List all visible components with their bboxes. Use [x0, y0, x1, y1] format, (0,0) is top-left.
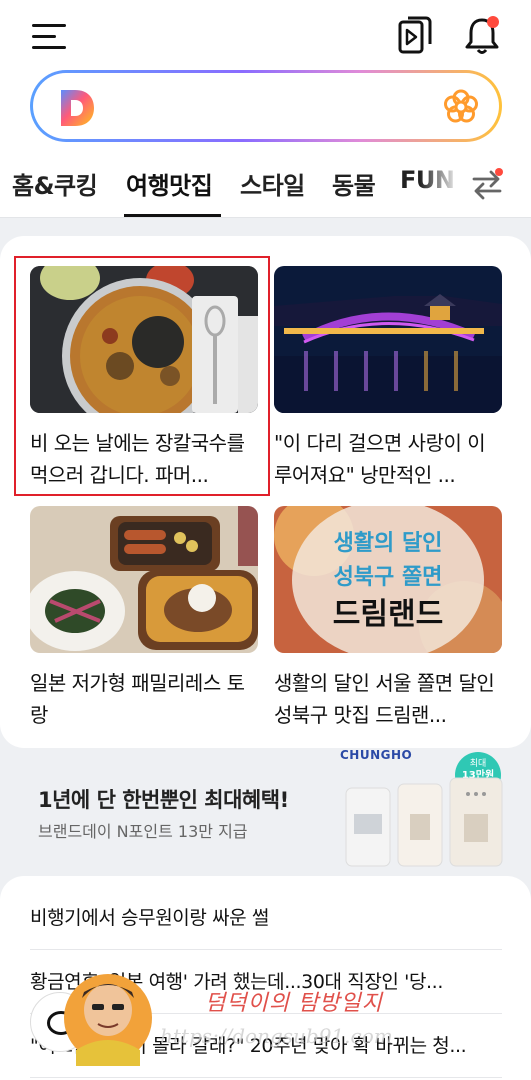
card-thumbnail	[30, 266, 258, 413]
flower-icon[interactable]	[441, 87, 481, 127]
list-item[interactable]: 비행기에서 승무원이랑 싸운 썰	[30, 886, 502, 950]
content-card[interactable]: 생활의 달인 성북구 쫄면 드림랜드 생활의 달인 서울 쫄면 달인 성북구 맛…	[274, 506, 502, 731]
tab-style[interactable]: 스타일	[240, 166, 305, 201]
card-thumbnail	[274, 266, 502, 413]
ad-banner[interactable]: 1년에 단 한번뿐인 최대혜택! 브랜드데이 N포인트 13만 지급 CHUNG…	[0, 748, 531, 870]
ad-subtext: 브랜드데이 N포인트 13만 지급	[38, 822, 248, 841]
search-bar[interactable]	[30, 70, 502, 142]
thumbnail-overlay-line: 드림랜드	[333, 597, 443, 632]
video-icon[interactable]	[398, 16, 432, 54]
top-bar: 홈&쿠킹 여행맛집 스타일 동물 FUN	[0, 0, 531, 218]
search-input[interactable]	[103, 87, 423, 125]
card-title: 일본 저가형 패밀리레스 토랑	[30, 671, 245, 727]
card-title: 비 오는 날에는 장칼국수를 먹으러 갑니다. 파머...	[30, 431, 245, 487]
content-card-panel: 비 오는 날에는 장칼국수를 먹으러 갑니다. 파머... "이 다리 걸으면	[0, 236, 531, 748]
bell-icon[interactable]	[463, 14, 503, 56]
ad-brand: CHUNGHO	[340, 748, 413, 762]
tab-animals[interactable]: 동물	[332, 166, 376, 201]
tab-travel-food[interactable]: 여행맛집	[126, 166, 213, 201]
category-tabs: 홈&쿠킹 여행맛집 스타일 동물 FUN	[0, 160, 531, 218]
card-title: "이 다리 걸으면 사랑이 이루어져요" 낭만적인 ...	[274, 431, 486, 487]
tab-home-cooking[interactable]: 홈&쿠킹	[12, 166, 98, 201]
daum-logo-icon	[61, 90, 94, 126]
card-thumbnail: 생활의 달인 성북구 쫄면 드림랜드	[274, 506, 502, 653]
notification-dot	[487, 16, 499, 28]
ad-product-image	[345, 777, 503, 867]
content-card[interactable]: 일본 저가형 패밀리레스 토랑	[30, 506, 258, 731]
swap-arrows-icon[interactable]	[470, 168, 504, 202]
blogger-avatar-image	[64, 974, 152, 1066]
ad-headline: 1년에 단 한번뿐인 최대혜택!	[38, 788, 289, 812]
card-title: 생활의 달인 서울 쫄면 달인 성북구 맛집 드림랜...	[274, 671, 495, 727]
watermark-blog-name: 덤덕이의 탐방일지	[205, 991, 383, 1016]
active-tab-indicator	[124, 214, 221, 217]
hamburger-menu-icon[interactable]	[32, 22, 68, 52]
thumbnail-overlay-line: 생활의 달인	[334, 531, 443, 556]
watermark-url: https://dongsub91.com	[160, 1024, 393, 1048]
content-card[interactable]: "이 다리 걸으면 사랑이 이루어져요" 낭만적인 ...	[274, 266, 502, 491]
card-thumbnail	[30, 506, 258, 653]
content-card[interactable]: 비 오는 날에는 장칼국수를 먹으러 갑니다. 파머...	[30, 266, 258, 491]
thumbnail-overlay-line: 성북구 쫄면	[334, 565, 443, 590]
